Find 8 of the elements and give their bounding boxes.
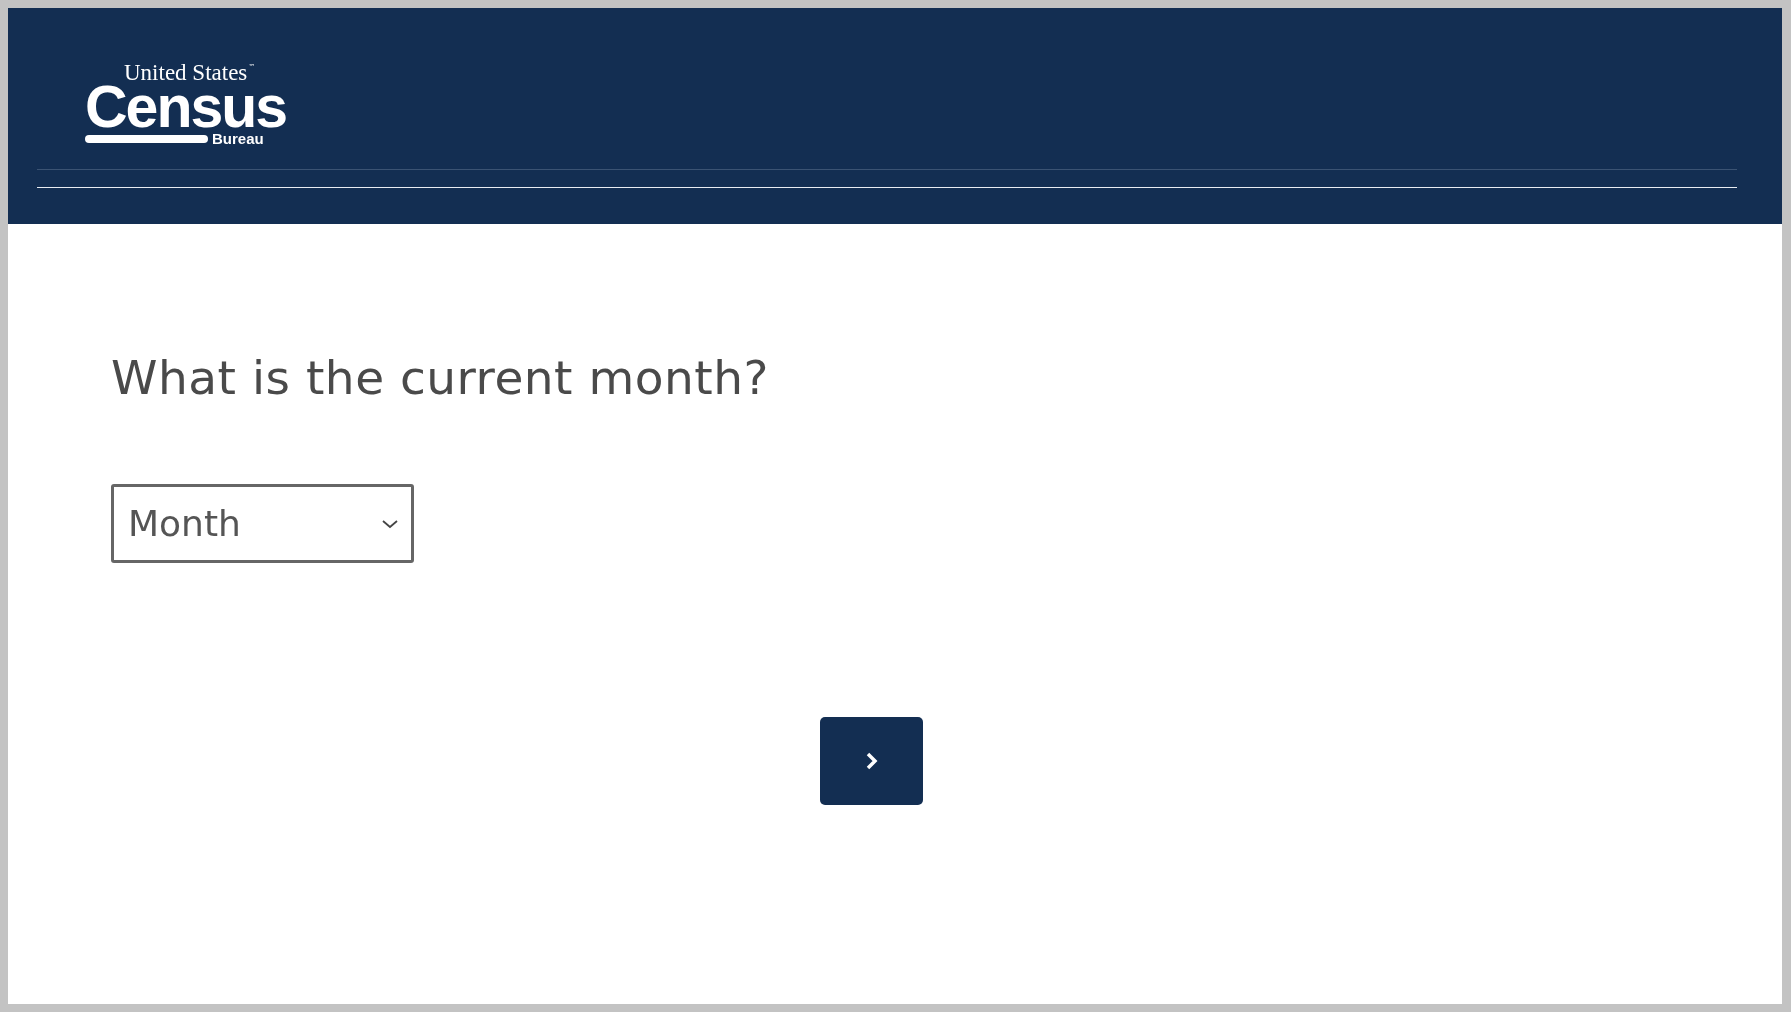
next-button[interactable]: [820, 717, 923, 805]
question-text: What is the current month?: [111, 350, 770, 406]
logo-top-text: United States: [124, 62, 248, 84]
month-dropdown[interactable]: Month: [111, 484, 414, 563]
logo-bottom-text: Bureau: [212, 131, 264, 147]
logo-wordmark: Census: [85, 84, 285, 130]
chevron-right-icon: [864, 751, 879, 771]
caret-icon: [381, 517, 399, 530]
